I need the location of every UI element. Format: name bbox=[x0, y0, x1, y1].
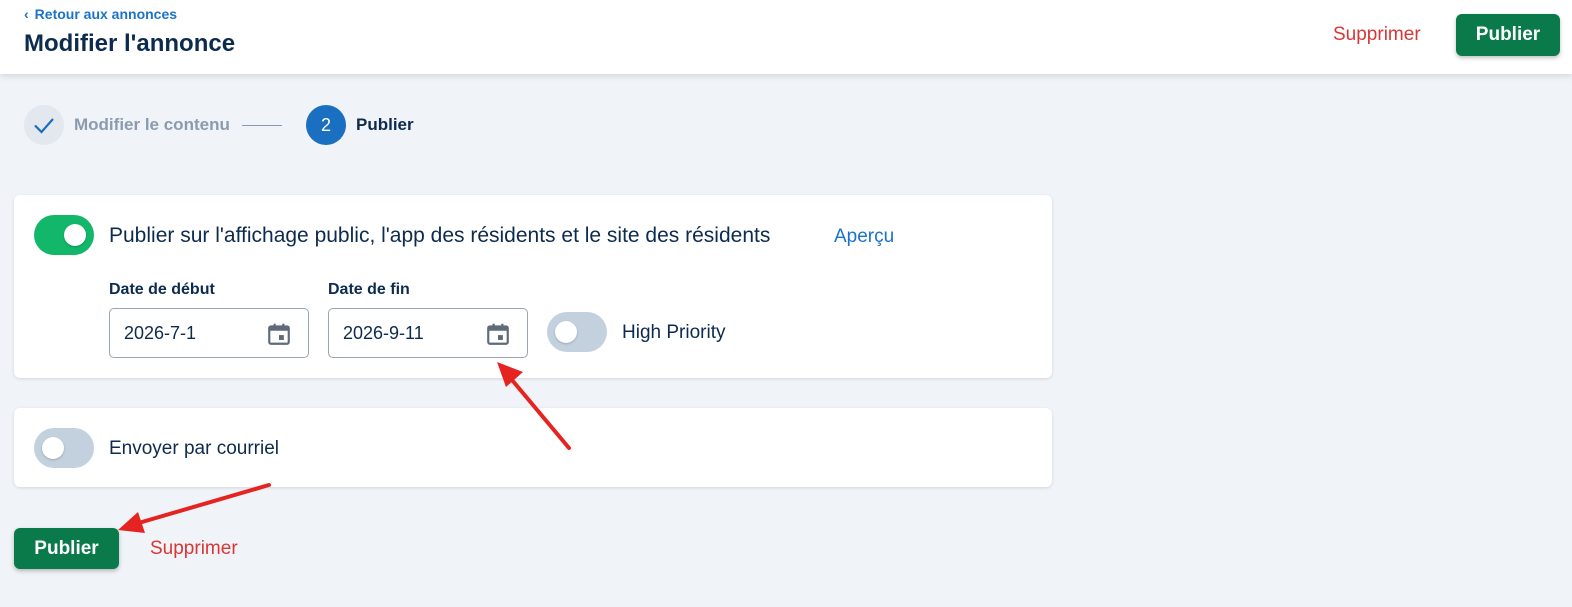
start-date-label: Date de début bbox=[109, 281, 215, 298]
step-1-completed-indicator[interactable] bbox=[24, 105, 64, 145]
step-1-label[interactable]: Modifier le contenu bbox=[74, 115, 230, 135]
chevron-left-icon: ‹ bbox=[24, 6, 29, 22]
header-publish-button[interactable]: Publier bbox=[1456, 14, 1560, 56]
toggle-knob bbox=[42, 437, 64, 459]
footer-delete-button[interactable]: Supprimer bbox=[150, 538, 238, 560]
toggle-knob bbox=[555, 321, 577, 343]
publish-public-toggle[interactable] bbox=[34, 215, 94, 255]
calendar-icon[interactable] bbox=[266, 321, 292, 347]
page-header: ‹ Retour aux annonces Modifier l'annonce… bbox=[0, 0, 1572, 74]
end-date-label: Date de fin bbox=[328, 281, 410, 298]
calendar-icon[interactable] bbox=[485, 321, 511, 347]
end-date-value: 2026-9-11 bbox=[343, 323, 424, 343]
start-date-input[interactable]: 2026-7-1 bbox=[109, 308, 309, 358]
annotation-arrow-to-publish-button bbox=[118, 483, 271, 533]
email-options-card: Envoyer par courriel bbox=[14, 408, 1052, 487]
page-title: Modifier l'annonce bbox=[24, 30, 236, 57]
end-date-input[interactable]: 2026-9-11 bbox=[328, 308, 528, 358]
preview-link[interactable]: Aperçu bbox=[834, 226, 894, 248]
publish-public-label: Publier sur l'affichage public, l'app de… bbox=[109, 224, 771, 247]
footer-publish-button[interactable]: Publier bbox=[14, 528, 119, 569]
high-priority-label: High Priority bbox=[622, 322, 726, 343]
step-2-label: Publier bbox=[356, 115, 414, 134]
stepper-connector bbox=[242, 125, 282, 126]
toggle-knob bbox=[64, 224, 86, 246]
send-email-label: Envoyer par courriel bbox=[109, 438, 280, 459]
send-email-toggle[interactable] bbox=[34, 428, 94, 468]
start-date-value: 2026-7-1 bbox=[124, 323, 197, 343]
checkmark-icon bbox=[34, 118, 54, 134]
back-link-label: Retour aux annonces bbox=[34, 6, 178, 22]
step-2-indicator: 2 bbox=[306, 105, 346, 145]
header-delete-button[interactable]: Supprimer bbox=[1333, 24, 1421, 46]
high-priority-toggle[interactable] bbox=[547, 312, 607, 352]
back-to-announcements-link[interactable]: ‹ Retour aux annonces bbox=[24, 6, 177, 22]
publish-options-card: Publier sur l'affichage public, l'app de… bbox=[14, 195, 1052, 378]
